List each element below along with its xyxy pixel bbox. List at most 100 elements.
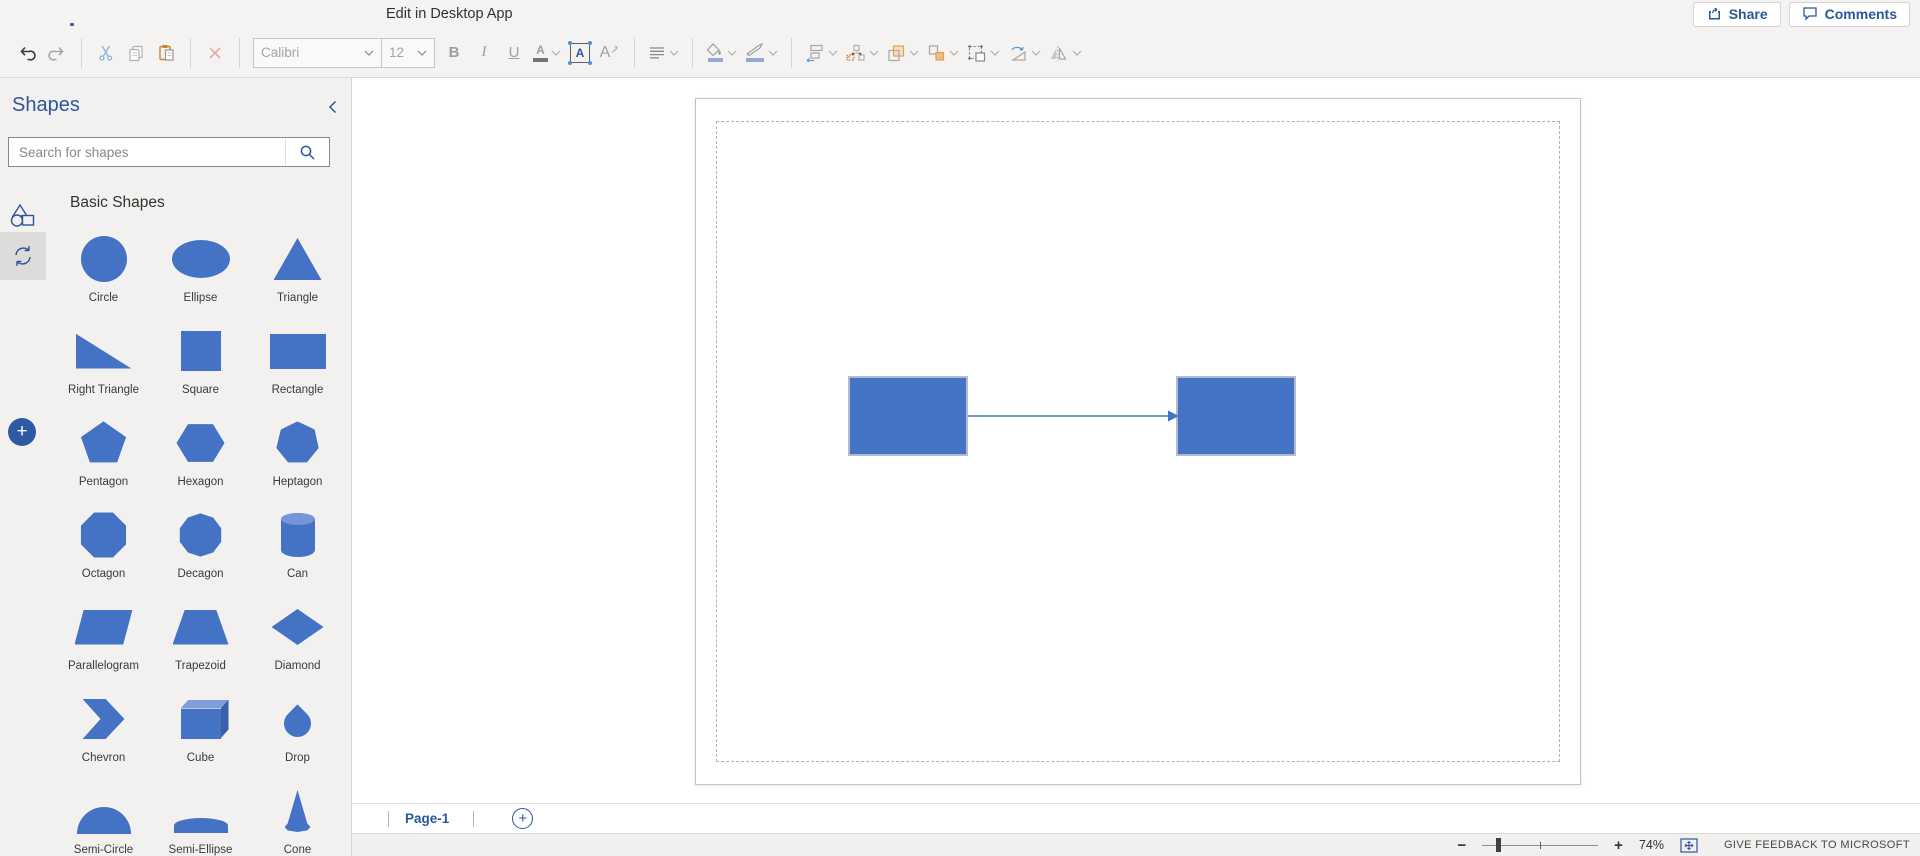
edit-in-desktop-app-button[interactable]: Edit in Desktop App (386, 0, 513, 28)
shape-item[interactable]: Triangle (249, 230, 346, 322)
menu-tab[interactable] (238, 0, 242, 28)
zoom-slider[interactable] (1482, 837, 1599, 853)
drawing-canvas[interactable] (352, 78, 1920, 803)
diagram-rectangle-1[interactable] (848, 376, 968, 456)
flip-button[interactable] (1045, 36, 1086, 70)
bold-glyph: B (448, 44, 460, 61)
comments-button[interactable]: Comments (1788, 1, 1910, 27)
copy-button[interactable] (121, 36, 151, 70)
font-size-value: 12 (389, 45, 405, 60)
font-family-select[interactable]: Calibri (254, 38, 382, 67)
shape-item[interactable]: Drop (249, 690, 346, 782)
divider (634, 37, 635, 68)
shape-item[interactable]: Pentagon (55, 414, 152, 506)
search-button[interactable] (285, 138, 329, 166)
shape-item[interactable]: Octagon (55, 506, 152, 598)
undo-button[interactable] (12, 36, 42, 70)
fill-color-button[interactable] (702, 36, 741, 70)
shape-item[interactable]: Ellipse (152, 230, 249, 322)
chevron-down-icon (727, 50, 737, 56)
line-color-button[interactable] (741, 36, 782, 70)
shape-thumbnail (273, 238, 322, 280)
page-tab-bar: Page-1 + (352, 803, 1920, 833)
shape-item[interactable]: Cube (152, 690, 249, 782)
add-page-button[interactable]: + (512, 808, 534, 829)
shape-thumbnail (80, 512, 127, 558)
underline-button[interactable]: U (499, 36, 529, 70)
plus-icon: + (16, 421, 28, 442)
italic-button[interactable]: I (469, 36, 499, 70)
give-feedback-link[interactable]: GIVE FEEDBACK TO MICROSOFT (1724, 839, 1910, 851)
shape-item[interactable]: Chevron (55, 690, 152, 782)
shape-item[interactable]: Semi-Circle (55, 782, 152, 856)
group-button[interactable] (923, 36, 963, 70)
flip-icon (1050, 45, 1067, 61)
zoom-slider-thumb[interactable] (1496, 838, 1502, 852)
shape-item[interactable]: Rectangle (249, 322, 346, 414)
shape-item[interactable]: Can (249, 506, 346, 598)
shape-item[interactable]: Right Triangle (55, 322, 152, 414)
shape-item[interactable]: Semi-Ellipse (152, 782, 249, 856)
basic-shapes-stencil-icon (10, 203, 35, 227)
menu-tab[interactable] (294, 0, 298, 28)
stencil-tab-selected[interactable] (0, 232, 46, 280)
menu-tab[interactable] (182, 0, 186, 28)
share-button[interactable]: Share (1692, 1, 1781, 27)
shape-item[interactable]: Trapezoid (152, 598, 249, 690)
divider (239, 37, 240, 68)
shape-label: Cone (283, 844, 312, 856)
page-tab-page-1[interactable]: Page-1 (405, 811, 449, 826)
cut-button[interactable] (91, 36, 121, 70)
diagram-connector-arrow[interactable] (968, 406, 1180, 426)
redo-button[interactable] (42, 36, 72, 70)
zoom-out-button[interactable]: − (1457, 838, 1466, 853)
collapse-panel-button[interactable] (328, 100, 337, 117)
menu-tab[interactable] (70, 0, 74, 28)
comment-icon (1802, 5, 1818, 24)
shape-item[interactable]: Heptagon (249, 414, 346, 506)
shape-item[interactable]: Decagon (152, 506, 249, 598)
fit-page-button[interactable] (1680, 837, 1698, 853)
drawing-page[interactable] (695, 98, 1581, 785)
shape-item[interactable]: Circle (55, 230, 152, 322)
font-color-button[interactable]: A (529, 36, 565, 70)
chevron-down-icon (949, 50, 959, 56)
chevron-down-icon (364, 50, 374, 56)
add-shapes-button[interactable]: + (8, 418, 36, 446)
shape-item[interactable]: Square (152, 322, 249, 414)
chevron-down-icon (909, 50, 919, 56)
diagram-rectangle-2[interactable] (1176, 376, 1296, 456)
top-actions: Share Comments (1692, 1, 1920, 27)
grow-font-button[interactable]: A (595, 36, 625, 70)
search-input[interactable] (9, 138, 285, 166)
position-button[interactable] (801, 36, 842, 70)
shape-item[interactable]: Hexagon (152, 414, 249, 506)
paste-button[interactable] (151, 36, 181, 70)
shape-item[interactable]: Diamond (249, 598, 346, 690)
text-box-button[interactable]: A (565, 36, 595, 70)
menu-tab[interactable] (126, 0, 130, 28)
zoom-in-button[interactable]: + (1614, 838, 1623, 853)
shape-item[interactable]: Parallelogram (55, 598, 152, 690)
relayout-button[interactable] (842, 36, 883, 70)
bold-button[interactable]: B (439, 36, 469, 70)
shape-thumbnail (180, 708, 221, 739)
shape-label: Ellipse (183, 292, 218, 304)
shape-item[interactable]: Cone (249, 782, 346, 856)
shape-thumbnail (284, 790, 311, 832)
line-color-icon (745, 43, 765, 62)
delete-button[interactable] (200, 36, 230, 70)
rotate-button[interactable] (1004, 36, 1045, 70)
shape-thumbnail (172, 609, 229, 645)
bring-forward-button[interactable] (883, 36, 923, 70)
container-button[interactable] (963, 36, 1004, 70)
position-icon (806, 44, 823, 62)
menu-tab[interactable] (14, 0, 18, 28)
divider (692, 37, 693, 68)
chevron-down-icon (990, 50, 1000, 56)
align-text-button[interactable] (644, 36, 683, 70)
shape-label: Diamond (274, 660, 321, 672)
font-size-select[interactable]: 12 (382, 39, 434, 67)
zoom-level-value[interactable]: 74% (1639, 838, 1664, 852)
shape-label: Square (181, 384, 220, 396)
